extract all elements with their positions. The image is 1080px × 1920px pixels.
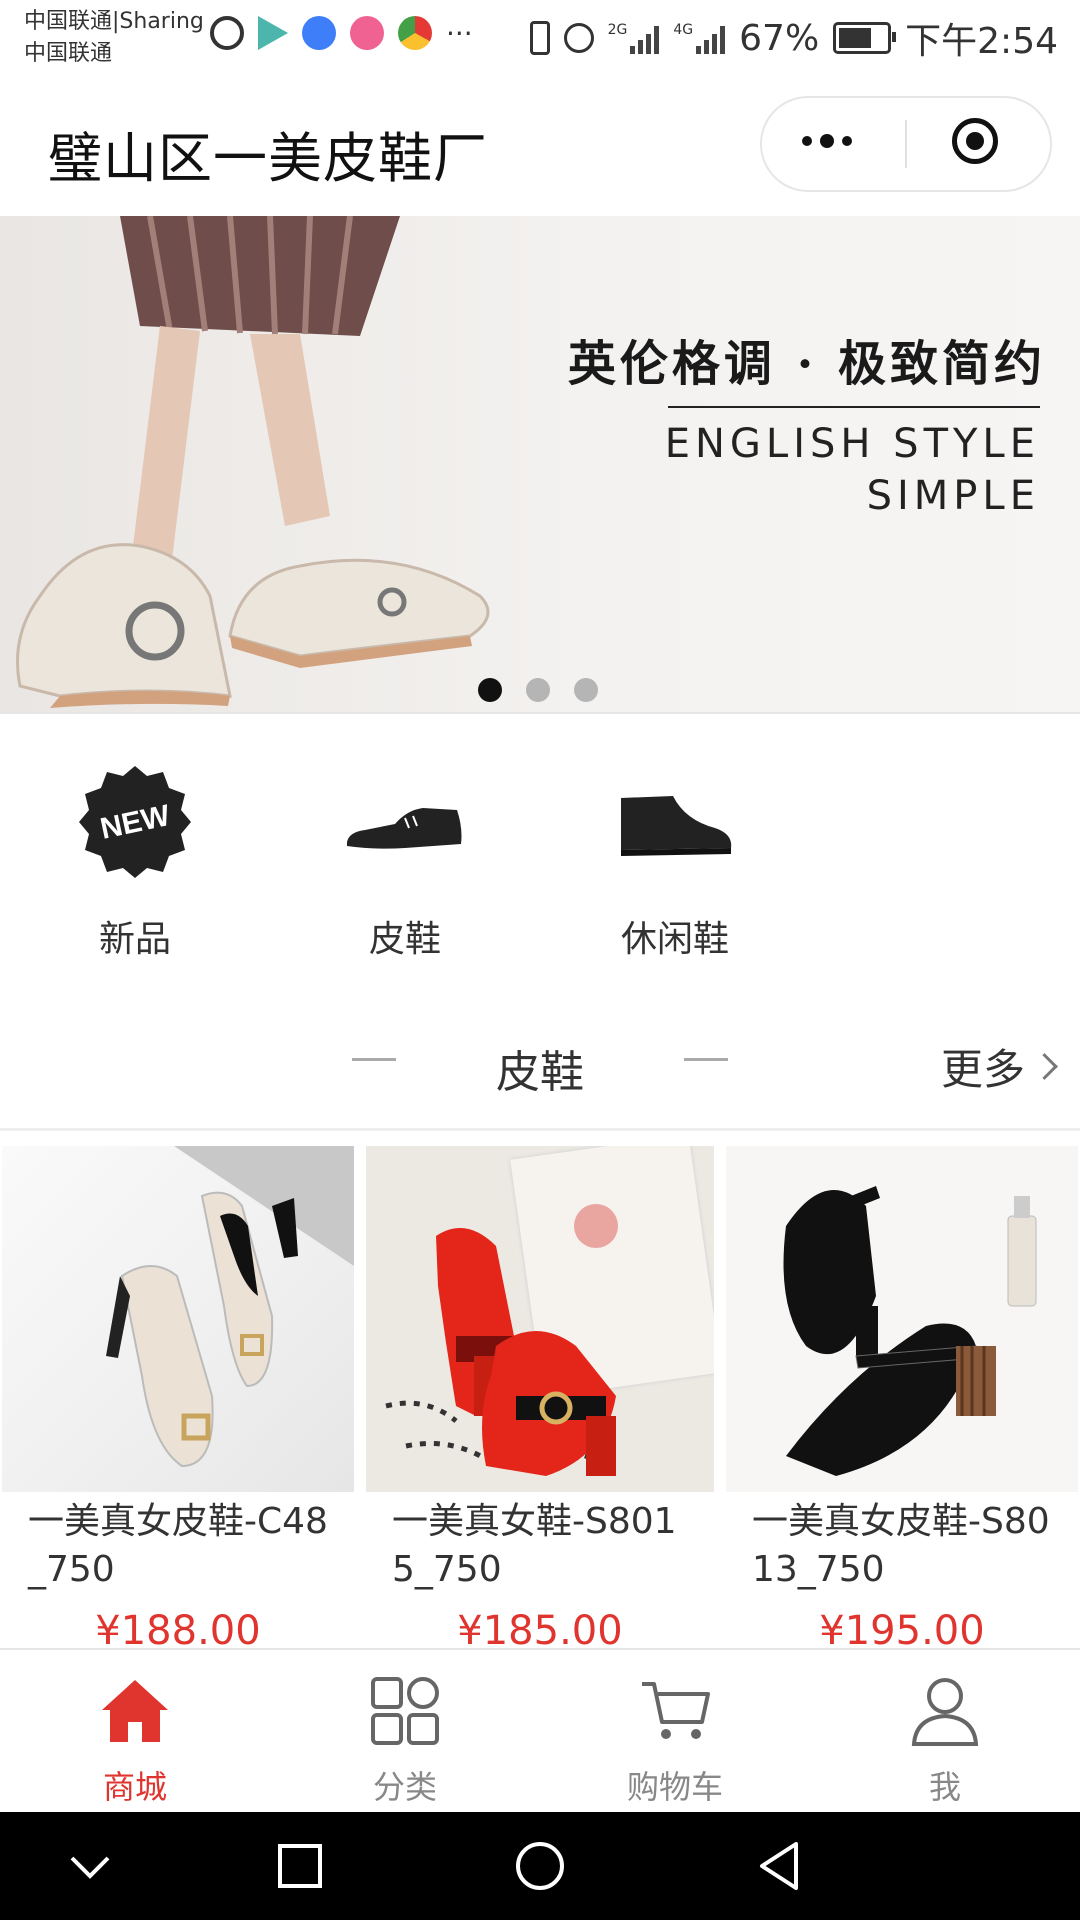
chevron-down-icon[interactable] xyxy=(66,1842,114,1890)
cart-icon xyxy=(642,1682,710,1739)
product-image[interactable] xyxy=(366,1146,714,1492)
user-icon xyxy=(911,1678,979,1746)
signal-4g-icon: 4G xyxy=(673,22,726,54)
video-app-icon xyxy=(258,16,288,50)
tab-mall[interactable]: 商城 xyxy=(0,1650,270,1814)
more-menu-icon[interactable] xyxy=(802,134,852,148)
skirt-illustration xyxy=(120,216,400,336)
bottom-tab-bar: 商城 分类 购物车 我 xyxy=(0,1648,1080,1814)
product-image[interactable] xyxy=(726,1146,1078,1492)
chrome-icon xyxy=(398,16,432,50)
recent-apps-icon[interactable] xyxy=(276,1842,324,1890)
network-4g-label: 4G xyxy=(673,22,694,38)
clock: 下午2:54 xyxy=(905,21,1058,62)
category-shortcuts: NEW 新品 皮鞋 休闲鞋 xyxy=(0,750,1080,970)
banner-carousel[interactable]: 英伦格调 · 极致简约 ENGLISH STYLE SIMPLE xyxy=(0,216,1080,712)
tab-label: 我 xyxy=(928,1768,961,1806)
banner-divider xyxy=(668,406,1040,408)
banner-shoes-illustration xyxy=(16,216,490,708)
product-price: ¥185.00 xyxy=(457,1608,623,1646)
leather-shoe-icon xyxy=(347,808,462,849)
category-label: 皮鞋 xyxy=(368,919,441,960)
carousel-dot[interactable] xyxy=(478,678,502,702)
status-bar: 中国联通|Sharing 中国联通 ··· 2G 4G 67% 下午2:54 xyxy=(0,0,1080,78)
category-new[interactable]: NEW 新品 xyxy=(35,750,235,970)
left-shoe xyxy=(16,543,232,708)
mini-program-capsule xyxy=(760,96,1052,192)
tab-me[interactable]: 我 xyxy=(810,1650,1080,1814)
app-notification-icon xyxy=(350,16,384,50)
close-target-icon[interactable] xyxy=(952,118,998,164)
carousel-dot[interactable] xyxy=(574,678,598,702)
network-2g-label: 2G xyxy=(607,22,628,38)
category-grid-icon xyxy=(371,1677,439,1745)
signal-2g-icon: 2G xyxy=(608,22,660,54)
banner-subtitle-line-1: ENGLISH STYLE xyxy=(664,421,1040,467)
vibrate-icon xyxy=(529,21,550,55)
new-badge-icon: NEW xyxy=(79,766,191,878)
category-leather-shoes[interactable]: 皮鞋 xyxy=(305,750,505,970)
banner-separator xyxy=(0,712,1080,736)
product-card[interactable]: 一美真女皮鞋-C48_750 ¥188.00 xyxy=(2,1146,354,1646)
alarm-icon xyxy=(563,23,594,53)
tab-label: 分类 xyxy=(372,1768,437,1806)
carrier-line-2: 中国联通 xyxy=(24,41,113,66)
title-bar: 璧山区一美皮鞋厂 xyxy=(0,78,1080,216)
carrier-line-1: 中国联通|Sharing xyxy=(24,9,204,34)
tab-cart[interactable]: 购物车 xyxy=(540,1650,810,1814)
right-shoe xyxy=(228,558,490,668)
netease-music-icon xyxy=(210,16,244,50)
product-image[interactable] xyxy=(2,1146,354,1492)
category-label: 休闲鞋 xyxy=(620,919,729,960)
product-name: 一美真女皮鞋-S8013_750 xyxy=(752,1501,1050,1590)
casual-shoe-icon xyxy=(621,796,732,856)
carrier-info: 中国联通|Sharing 中国联通 xyxy=(24,6,204,70)
battery-percent: 67% xyxy=(739,17,820,59)
product-card[interactable]: 一美真女皮鞋-S8013_750 ¥195.00 xyxy=(726,1146,1078,1646)
baidu-icon xyxy=(302,16,336,50)
more-label: 更多 xyxy=(940,1045,1025,1094)
banner-subtitle-line-2: SIMPLE xyxy=(866,473,1040,519)
banner-headline: 英伦格调 · 极致简约 xyxy=(567,336,1046,392)
banner-subtitle: ENGLISH STYLE SIMPLE xyxy=(665,418,1040,522)
chevron-right-icon xyxy=(1031,1053,1058,1080)
page-title: 璧山区一美皮鞋厂 xyxy=(48,127,488,190)
home-circle-icon[interactable] xyxy=(514,1840,566,1892)
system-status: 2G 4G 67% 下午2:54 xyxy=(529,12,1058,64)
product-card[interactable]: 一美真女鞋-S8015_750 ¥185.00 xyxy=(366,1146,714,1646)
section-title: 皮鞋 xyxy=(496,1047,584,1098)
section-separator xyxy=(0,1128,1080,1131)
back-icon[interactable] xyxy=(756,1840,804,1892)
category-casual-shoes[interactable]: 休闲鞋 xyxy=(575,750,775,970)
home-icon xyxy=(102,1680,168,1742)
carousel-indicators xyxy=(478,678,598,702)
carousel-dot[interactable] xyxy=(526,678,550,702)
title-dash-right xyxy=(684,1058,728,1061)
tab-label: 购物车 xyxy=(626,1768,723,1806)
more-notifications-icon: ··· xyxy=(446,16,473,50)
more-link[interactable]: 更多 xyxy=(940,1036,1058,1097)
tab-category[interactable]: 分类 xyxy=(270,1650,540,1814)
tab-label: 商城 xyxy=(102,1768,167,1806)
product-name: 一美真女鞋-S8015_750 xyxy=(392,1501,677,1590)
notification-icons: ··· xyxy=(210,16,473,50)
product-price: ¥188.00 xyxy=(95,1608,261,1646)
category-label: 新品 xyxy=(98,919,171,960)
product-price: ¥195.00 xyxy=(819,1608,985,1646)
product-name: 一美真女皮鞋-C48_750 xyxy=(28,1501,328,1590)
product-grid: 一美真女皮鞋-C48_750 ¥188.00 一美真女鞋-S8015_750 ¥… xyxy=(0,1146,1080,1646)
battery-icon xyxy=(833,22,897,54)
section-header: 皮鞋 更多 xyxy=(0,1010,1080,1120)
capsule-divider xyxy=(905,120,907,168)
system-navigation-bar xyxy=(0,1812,1080,1920)
